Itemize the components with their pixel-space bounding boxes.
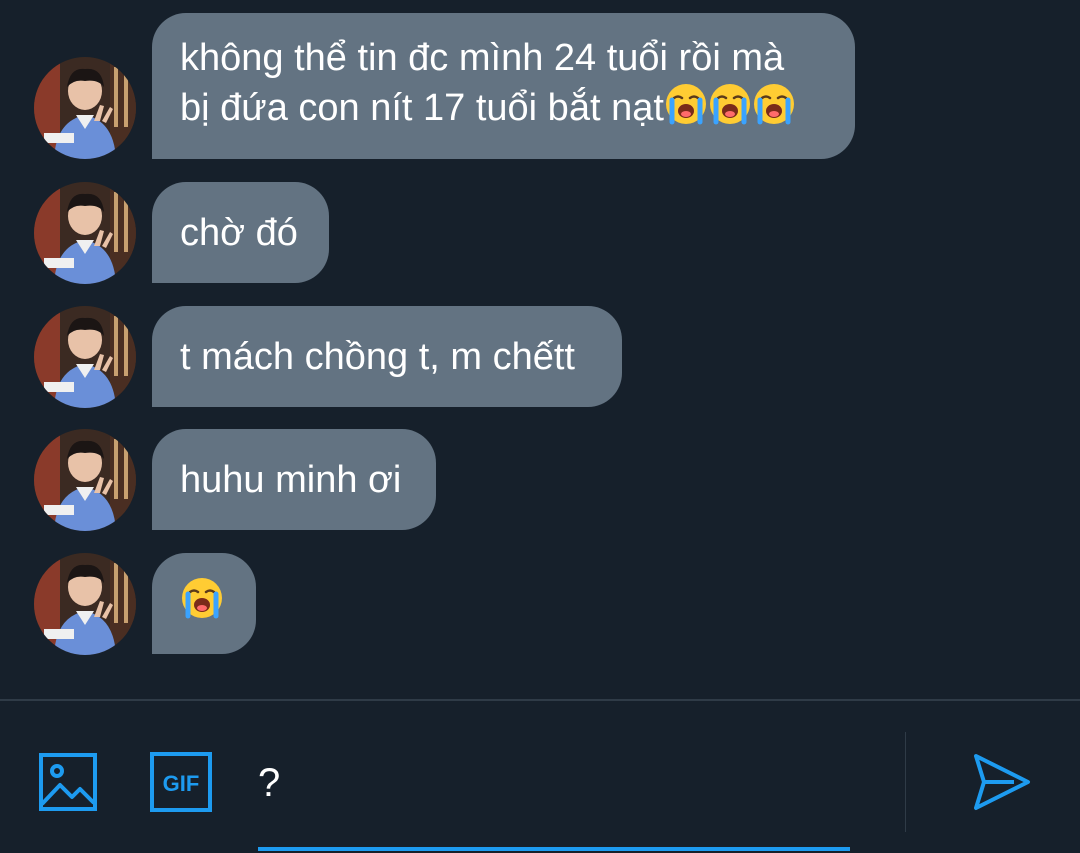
message-row: huhu minh ơi: [0, 429, 1080, 531]
message-bubble[interactable]: chờ đó: [152, 182, 329, 283]
message-text: t mách chồng t, m chếtt: [180, 335, 575, 378]
loudly-crying-face-icon: [752, 82, 796, 138]
avatar[interactable]: [34, 553, 136, 655]
message-text: chờ đó: [180, 211, 298, 254]
message-bubble[interactable]: không thể tin đc mình 24 tuổi rồi mà bị …: [152, 13, 855, 159]
send-icon: [974, 754, 1030, 810]
message-text: không thể tin đc mình 24 tuổi rồi mà bị …: [180, 34, 796, 138]
message-input-value: ?: [258, 761, 281, 805]
message-bubble[interactable]: huhu minh ơi: [152, 429, 436, 530]
avatar[interactable]: [34, 182, 136, 284]
gif-label: GIF: [163, 771, 200, 796]
avatar[interactable]: [34, 306, 136, 408]
avatar[interactable]: [34, 57, 136, 159]
add-image-button[interactable]: [38, 752, 98, 812]
send-button[interactable]: [970, 752, 1032, 812]
message-row: không thể tin đc mình 24 tuổi rồi mà bị …: [0, 13, 1080, 159]
message-input[interactable]: ?: [258, 741, 850, 851]
message-list[interactable]: không thể tin đc mình 24 tuổi rồi mà bị …: [0, 0, 1080, 700]
composer-separator: [905, 732, 906, 832]
loudly-crying-face-icon: [664, 82, 708, 138]
avatar[interactable]: [34, 429, 136, 531]
gif-icon: GIF: [150, 752, 212, 812]
loudly-crying-face-icon: [708, 82, 752, 138]
loudly-crying-face-icon: [180, 576, 224, 632]
message-row: [0, 553, 1080, 655]
message-composer: GIF ?: [0, 701, 1080, 853]
input-focus-underline: [258, 847, 850, 851]
image-icon: [39, 753, 97, 811]
message-text: huhu minh ơi: [180, 458, 402, 501]
message-bubble[interactable]: [152, 553, 256, 654]
message-text: [180, 576, 224, 632]
add-gif-button[interactable]: GIF: [150, 752, 212, 812]
message-bubble[interactable]: t mách chồng t, m chếtt: [152, 306, 622, 407]
message-row: chờ đó: [0, 182, 1080, 284]
message-row: t mách chồng t, m chếtt: [0, 306, 1080, 408]
dm-conversation-screen: không thể tin đc mình 24 tuổi rồi mà bị …: [0, 0, 1080, 853]
